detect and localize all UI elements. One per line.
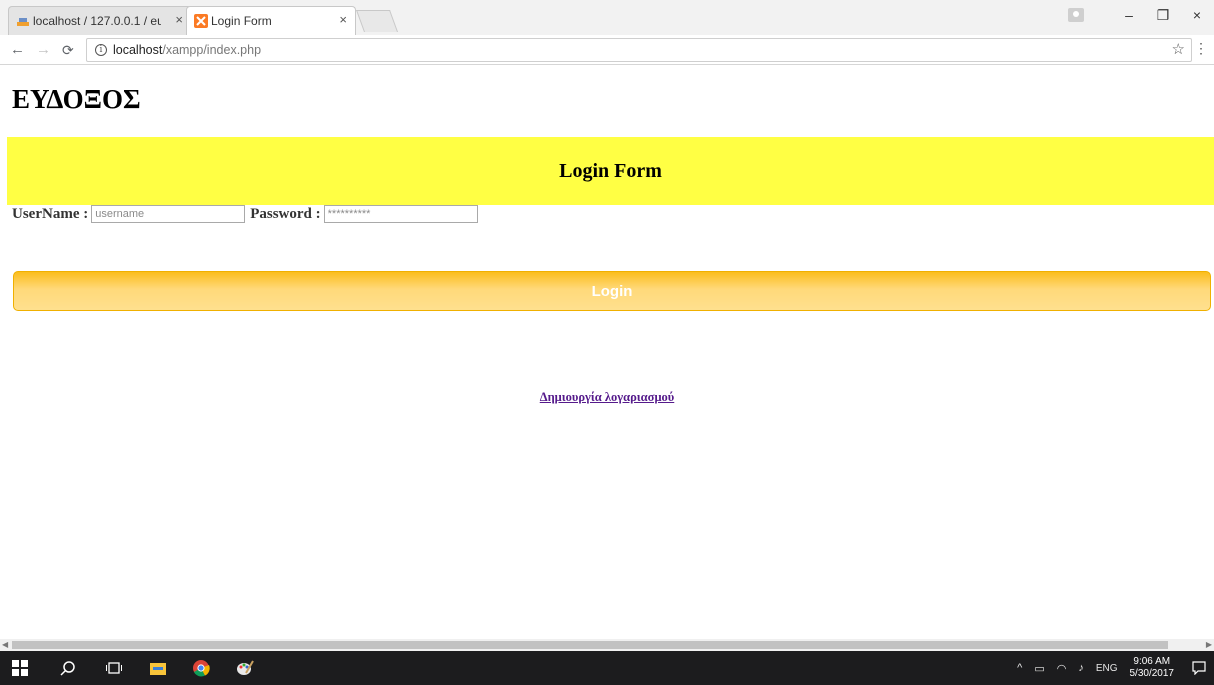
browser-toolbar: ← → ⟳ i localhost/xampp/index.php ☆ ⋮ [0, 35, 1214, 65]
profile-icon[interactable] [1068, 8, 1084, 22]
scroll-right-icon[interactable]: ▶ [1206, 639, 1212, 651]
forward-arrow-icon[interactable]: → [36, 41, 51, 58]
page-content: ΕΥΔΟΞΟΣ Login Form UserName : Password :… [0, 66, 1214, 639]
back-arrow-icon[interactable]: ← [10, 41, 25, 58]
minimize-button[interactable]: – [1112, 7, 1146, 23]
banner-title: Login Form [559, 159, 662, 182]
horizontal-scrollbar[interactable]: ◀ ▶ [0, 639, 1214, 651]
close-icon[interactable]: × [175, 13, 183, 27]
site-title: ΕΥΔΟΞΟΣ [12, 84, 141, 114]
phpmyadmin-icon [17, 18, 29, 26]
close-icon[interactable]: × [339, 13, 347, 27]
address-bar[interactable]: i localhost/xampp/index.php ☆ [86, 38, 1192, 62]
windows-taskbar: ^ ▭ ◠ ♪ ENG 9:06 AM 5/30/2017 [0, 651, 1214, 685]
username-input[interactable] [91, 205, 246, 223]
login-button[interactable]: Login [13, 271, 1211, 311]
scroll-left-icon[interactable]: ◀ [2, 639, 8, 651]
volume-icon[interactable]: ♪ [1078, 662, 1084, 674]
clock-time: 9:06 AM [1133, 656, 1171, 667]
browser-tabstrip: localhost / 127.0.0.1 / eu × Login Form … [0, 0, 1214, 35]
create-account-link[interactable]: Δημιουργία λογαριασμού [0, 390, 1214, 405]
wifi-icon[interactable]: ◠ [1057, 662, 1067, 675]
task-view-icon[interactable] [106, 660, 122, 676]
clock-date: 5/30/2017 [1129, 668, 1175, 679]
restore-button[interactable]: ❐ [1146, 7, 1180, 24]
url-host: localhost [113, 43, 163, 57]
password-label: Password : [250, 205, 321, 222]
bookmark-star-icon[interactable]: ☆ [1172, 40, 1185, 58]
windows-start-icon[interactable] [12, 660, 28, 676]
language-indicator[interactable]: ENG [1096, 663, 1118, 674]
tab-title: localhost / 127.0.0.1 / eu [33, 14, 161, 28]
menu-icon[interactable]: ⋮ [1194, 40, 1208, 57]
tab-phpmyadmin[interactable]: localhost / 127.0.0.1 / eu × [8, 6, 192, 35]
clock[interactable]: 9:06 AM 5/30/2017 [1130, 656, 1175, 680]
tab-login-form[interactable]: Login Form × [186, 6, 356, 35]
file-explorer-icon[interactable] [150, 660, 166, 676]
scrollbar-thumb[interactable] [12, 641, 1168, 649]
tab-title: Login Form [211, 14, 272, 28]
window-controls: – ❐ × [1068, 0, 1214, 30]
username-label: UserName : [12, 205, 89, 222]
action-center-icon[interactable] [1192, 661, 1206, 675]
chevron-up-icon[interactable]: ^ [1017, 662, 1022, 674]
new-tab-button[interactable] [355, 10, 399, 32]
system-tray: ^ ▭ ◠ ♪ ENG 9:06 AM 5/30/2017 [1017, 651, 1206, 685]
url-path: /xampp/index.php [162, 43, 262, 57]
login-form-row: UserName : Password : [12, 205, 483, 223]
info-icon[interactable]: i [95, 44, 107, 56]
paint-icon[interactable] [236, 659, 254, 677]
xampp-icon [194, 14, 208, 28]
reload-icon[interactable]: ⟳ [62, 42, 74, 59]
password-input[interactable] [323, 205, 478, 223]
search-icon[interactable] [60, 660, 76, 676]
login-banner: Login Form [7, 137, 1214, 205]
battery-icon[interactable]: ▭ [1034, 662, 1044, 675]
close-window-button[interactable]: × [1180, 7, 1214, 23]
chrome-icon[interactable] [192, 659, 210, 677]
